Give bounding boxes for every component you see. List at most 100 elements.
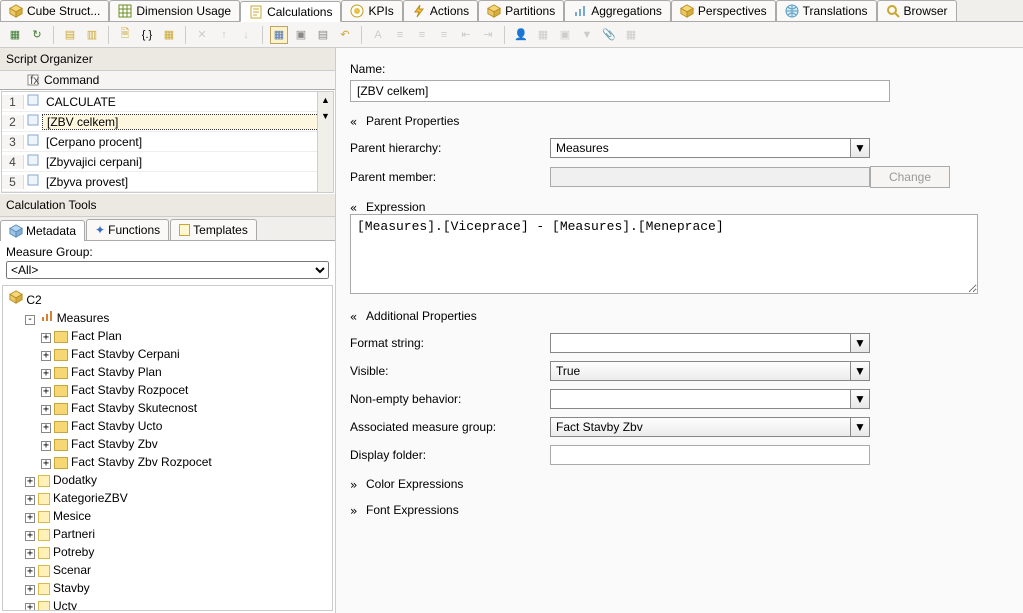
color-expressions-section[interactable]: » Color Expressions <box>350 477 1009 491</box>
tool-check-syntax-icon[interactable]: ▤ <box>314 26 332 44</box>
tool-copy-icon[interactable]: ▣ <box>556 26 574 44</box>
tree-dimension[interactable]: +Dodatky <box>25 471 328 489</box>
tree-folder[interactable]: +Fact Stavby Zbv <box>41 435 328 453</box>
expand-icon[interactable]: + <box>41 333 51 343</box>
tab-cube-structure[interactable]: Cube Struct... <box>0 0 109 21</box>
tool-indent3-icon[interactable]: ⇥ <box>479 26 497 44</box>
ctab-metadata[interactable]: Metadata <box>0 220 85 241</box>
tree-root[interactable]: C2 - Measures +Fact Plan+Fact Stavby Cer… <box>9 290 328 611</box>
tree-folder[interactable]: +Fact Stavby Rozpocet <box>41 381 328 399</box>
tab-kpis[interactable]: KPIs <box>341 0 402 21</box>
parent-hierarchy-select[interactable]: ▼ <box>550 138 870 158</box>
tree-dimension[interactable]: +Potreby <box>25 543 328 561</box>
tool-reconnect-icon[interactable]: ↻ <box>28 26 46 44</box>
visible-select[interactable]: ▼ <box>550 361 870 381</box>
tool-props-icon[interactable]: ▼ <box>578 26 596 44</box>
expand-icon[interactable]: + <box>25 477 35 487</box>
tree-dimension[interactable]: +Mesice <box>25 507 328 525</box>
expand-icon[interactable]: + <box>25 585 35 595</box>
nonempty-value[interactable] <box>550 389 851 409</box>
tool-outdent-icon[interactable]: ⇤ <box>457 26 475 44</box>
tree-dimension[interactable]: +KategorieZBV <box>25 489 328 507</box>
collapse-icon[interactable]: - <box>25 315 35 325</box>
nonempty-select[interactable]: ▼ <box>550 389 870 409</box>
tool-braces-icon[interactable]: {.} <box>138 26 156 44</box>
tree-folder[interactable]: +Fact Stavby Cerpani <box>41 345 328 363</box>
visible-value[interactable] <box>550 361 851 381</box>
tool-new-member-icon[interactable]: ▤ <box>61 26 79 44</box>
tool-font-icon[interactable]: A <box>369 26 387 44</box>
display-folder-input[interactable] <box>550 445 870 465</box>
expand-icon[interactable]: + <box>41 441 51 451</box>
tree-folder[interactable]: +Fact Stavby Ucto <box>41 417 328 435</box>
scroll-down-icon[interactable]: ▼ <box>318 108 333 124</box>
scroll-up-icon[interactable]: ▲ <box>318 92 333 108</box>
expand-icon[interactable]: + <box>25 513 35 523</box>
expand-icon[interactable]: + <box>41 423 51 433</box>
dropdown-icon[interactable]: ▼ <box>851 138 870 158</box>
expand-icon[interactable]: + <box>25 531 35 541</box>
tool-comment-icon[interactable]: ▦ <box>160 26 178 44</box>
tool-script-view-icon[interactable]: ▣ <box>292 26 310 44</box>
dropdown-icon[interactable]: ▼ <box>851 333 870 353</box>
expression-input[interactable]: [Measures].[Viceprace] - [Measures].[Men… <box>350 214 978 294</box>
tool-user-icon[interactable]: 👤 <box>512 26 530 44</box>
tree-dimension[interactable]: +Ucty <box>25 597 328 611</box>
tree-dimension[interactable]: +Partneri <box>25 525 328 543</box>
command-row[interactable]: 1CALCULATE <box>2 92 333 112</box>
dropdown-icon[interactable]: ▼ <box>851 389 870 409</box>
command-row[interactable]: 5[Zbyva provest] <box>2 172 333 192</box>
expression-section[interactable]: « Expression <box>350 200 1009 214</box>
parent-hierarchy-value[interactable] <box>550 138 851 158</box>
tool-process-icon[interactable]: ▦ <box>6 26 24 44</box>
tree-folder[interactable]: +Fact Stavby Plan <box>41 363 328 381</box>
expand-icon[interactable]: + <box>25 495 35 505</box>
tab-browser[interactable]: Browser <box>877 0 957 21</box>
tool-form-view-icon[interactable]: ▦ <box>270 26 288 44</box>
expand-icon[interactable]: + <box>41 459 51 469</box>
ctab-functions[interactable]: ✦ Functions <box>86 219 169 240</box>
tool-delete-icon[interactable]: ✕ <box>193 26 211 44</box>
tool-undo-icon[interactable]: ↶ <box>336 26 354 44</box>
dropdown-icon[interactable]: ▼ <box>851 361 870 381</box>
tool-indent2-icon[interactable]: ≡ <box>413 26 431 44</box>
measure-group-select[interactable]: <All> <box>6 261 329 279</box>
tree-measures[interactable]: - Measures +Fact Plan+Fact Stavby Cerpan… <box>25 309 328 471</box>
font-expressions-section[interactable]: » Font Expressions <box>350 503 1009 517</box>
tab-actions[interactable]: Actions <box>403 0 478 21</box>
expand-icon[interactable]: + <box>41 405 51 415</box>
tool-print-icon[interactable]: ▦ <box>622 26 640 44</box>
collapse-icon[interactable]: « <box>350 201 362 213</box>
collapse-icon[interactable]: « <box>350 310 362 322</box>
command-row[interactable]: 2[ZBV celkem] <box>2 112 333 132</box>
tool-align-l-icon[interactable]: ≡ <box>435 26 453 44</box>
format-string-value[interactable] <box>550 333 851 353</box>
scrollbar[interactable]: ▲ ▼ <box>317 92 333 192</box>
tab-perspectives[interactable]: Perspectives <box>671 0 776 21</box>
dropdown-icon[interactable]: ▼ <box>851 417 870 437</box>
tool-filter-icon[interactable]: ▦ <box>534 26 552 44</box>
tool-new-script-icon[interactable]: 🗎 <box>116 26 134 44</box>
ctab-templates[interactable]: Templates <box>170 219 257 240</box>
command-row[interactable]: 3[Cerpano procent] <box>2 132 333 152</box>
tree-dimension[interactable]: +Stavby <box>25 579 328 597</box>
tool-move-up-icon[interactable]: ↑ <box>215 26 233 44</box>
tab-partitions[interactable]: Partitions <box>478 0 564 21</box>
tab-calculations[interactable]: Calculations <box>240 1 341 22</box>
tab-translations[interactable]: Translations <box>776 0 877 21</box>
parent-properties-section[interactable]: « Parent Properties <box>350 114 1009 128</box>
additional-properties-section[interactable]: « Additional Properties <box>350 309 1009 323</box>
expand-icon[interactable]: + <box>41 369 51 379</box>
expand-icon[interactable]: + <box>25 603 35 611</box>
expand-icon[interactable]: » <box>350 504 362 516</box>
tree-folder[interactable]: +Fact Stavby Zbv Rozpocet <box>41 453 328 471</box>
name-input[interactable] <box>350 80 890 102</box>
assoc-mg-value[interactable] <box>550 417 851 437</box>
tree-folder[interactable]: +Fact Plan <box>41 327 328 345</box>
tab-aggregations[interactable]: Aggregations <box>564 0 671 21</box>
tab-dimension-usage[interactable]: Dimension Usage <box>109 0 240 21</box>
tool-attach-icon[interactable]: 📎 <box>600 26 618 44</box>
tool-indent-icon[interactable]: ≡ <box>391 26 409 44</box>
expand-icon[interactable]: + <box>41 351 51 361</box>
metadata-tree[interactable]: C2 - Measures +Fact Plan+Fact Stavby Cer… <box>2 285 333 611</box>
